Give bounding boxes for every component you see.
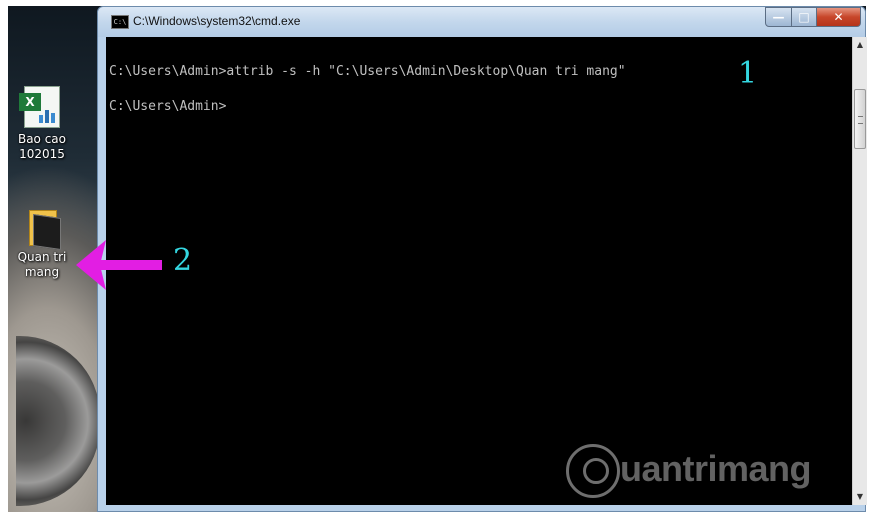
close-button[interactable]: ✕ <box>816 7 861 27</box>
vertical-scrollbar[interactable]: ▲ ▼ <box>852 37 867 505</box>
car-wheel-graphic <box>16 336 100 506</box>
window-title: C:\Windows\system32\cmd.exe <box>133 14 301 28</box>
folder-icon <box>25 206 61 250</box>
desktop-icon-label: 102015 <box>19 147 65 161</box>
step-number-2: 2 <box>173 243 193 278</box>
desktop-icon-label: mang <box>24 265 60 279</box>
maximize-button[interactable]: □ <box>791 7 817 27</box>
watermark-bulb-icon <box>566 444 620 498</box>
desktop-icon-label: Bao cao <box>17 132 67 146</box>
console-line: C:\Users\Admin>attrib -s -h "C:\Users\Ad… <box>109 64 626 79</box>
window-titlebar[interactable]: C:\ C:\Windows\system32\cmd.exe — □ ✕ <box>98 7 865 37</box>
step-number-1: 1 <box>738 56 758 91</box>
minimize-button[interactable]: — <box>765 7 792 27</box>
scrollbar-thumb[interactable] <box>854 89 866 149</box>
desktop-icon-label: Quan tri <box>17 250 67 264</box>
console-prompt: C:\Users\Admin> <box>109 99 227 114</box>
watermark-text: uantrimang <box>620 448 812 489</box>
cmd-app-icon[interactable]: C:\ <box>111 15 129 29</box>
desktop-icon-bao-cao[interactable]: X Bao cao 102015 <box>8 86 76 162</box>
scroll-up-icon[interactable]: ▲ <box>853 37 867 53</box>
excel-file-icon: X <box>19 86 60 128</box>
console-output[interactable]: C:\Users\Admin>attrib -s -h "C:\Users\Ad… <box>106 37 852 505</box>
watermark-logo: uantrimang <box>566 444 866 504</box>
pointer-arrow-icon <box>76 240 162 290</box>
desktop-icon-quan-tri-mang[interactable]: Quan tri mang <box>8 206 76 280</box>
